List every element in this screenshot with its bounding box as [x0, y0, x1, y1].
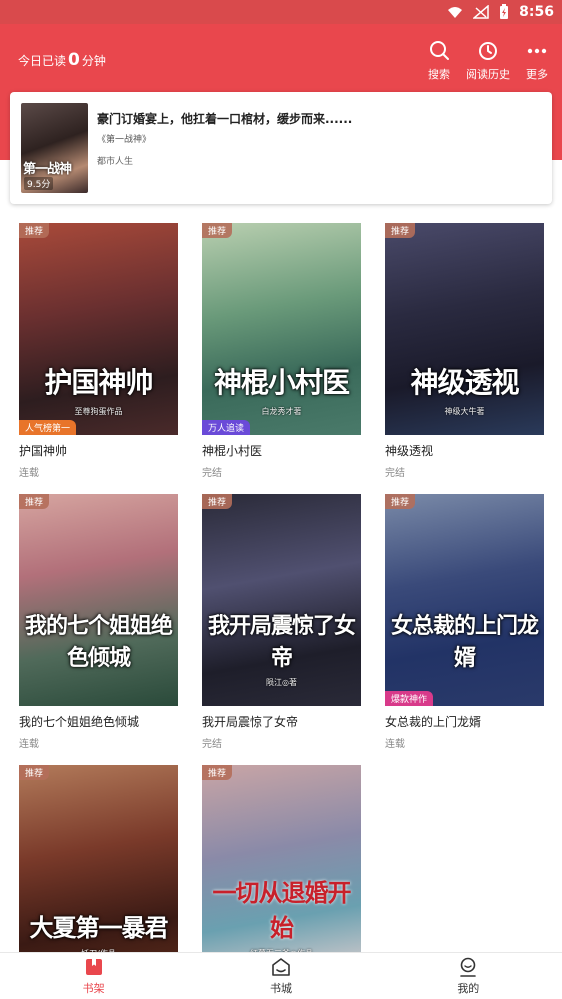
recommend-badge: 推荐 [202, 494, 233, 509]
battery-icon [500, 4, 509, 19]
book-grid: 推荐 护国神帅 至尊狗蛋作品 人气榜第一 护国神帅 连载 推荐 神棍小村医 白龙… [19, 223, 544, 999]
recent-book-excerpt: 豪门订婚宴上，他扛着一口棺材，缓步而来...... [97, 112, 353, 126]
recommend-badge: 推荐 [202, 765, 233, 780]
search-button[interactable]: 搜索 [428, 40, 450, 82]
recent-book-category: 都市人生 [97, 157, 134, 167]
nav-bookshelf[interactable]: 书架 [0, 953, 187, 999]
book-title: 我的七个姐姐绝色倾城 [19, 715, 140, 729]
book-cover: 推荐 我开局震惊了女帝 陨江◎著 [202, 494, 361, 706]
book-cover: 推荐 一切从退婚开始 红薯吞二爷◎作品 [202, 765, 361, 977]
history-button[interactable]: 阅读历史 [466, 40, 510, 82]
recent-cover-title: 第一战神 [23, 162, 72, 177]
history-label: 阅读历史 [466, 68, 510, 81]
cover-title: 神级透视 [410, 366, 519, 399]
book-title: 女总裁的上门龙婿 [385, 715, 482, 729]
book-card[interactable]: 推荐 我开局震惊了女帝 陨江◎著 我开局震惊了女帝 完结 [202, 494, 361, 765]
book-cover: 推荐 神级透视 神级大牛著 [385, 223, 544, 435]
status-time: 8:56 [519, 4, 554, 20]
book-title: 护国神帅 [19, 444, 68, 458]
recommend-badge: 推荐 [385, 223, 416, 238]
more-icon [527, 48, 547, 54]
wifi-icon [448, 7, 463, 18]
cover-title: 护国神帅 [44, 366, 153, 399]
book-status: 完结 [202, 739, 222, 750]
nav-profile[interactable]: 我的 [375, 953, 562, 999]
book-card[interactable]: 推荐 护国神帅 至尊狗蛋作品 人气榜第一 护国神帅 连载 [19, 223, 178, 494]
cover-author: 至尊狗蛋作品 [74, 407, 123, 416]
cover-author: 神级大牛著 [444, 407, 485, 416]
book-card[interactable]: 推荐 女总裁的上门龙婿 爆款神作 女总裁的上门龙婿 连载 [385, 494, 544, 765]
cover-author: 陨江◎著 [266, 678, 297, 687]
nav-bookshelf-label: 书架 [82, 982, 105, 995]
cover-title: 我的七个姐姐绝色倾城 [24, 613, 173, 671]
book-card[interactable]: 推荐 我的七个姐姐绝色倾城 我的七个姐姐绝色倾城 连载 [19, 494, 178, 765]
profile-icon [460, 957, 477, 977]
recommend-badge: 推荐 [202, 223, 233, 238]
rank-tag: 人气榜第一 [19, 420, 77, 435]
recommend-badge: 推荐 [385, 494, 416, 509]
signal-icon [473, 5, 489, 19]
bottom-nav: 书架 书城 我的 [0, 952, 562, 999]
recommend-badge: 推荐 [19, 223, 50, 238]
more-button[interactable]: 更多 [526, 40, 548, 82]
today-reading: 今日已读 0 分钟 [18, 50, 106, 70]
book-status: 连载 [385, 739, 405, 750]
book-status: 完结 [385, 468, 405, 479]
nav-bookstore-label: 书城 [269, 982, 292, 995]
cover-title: 我开局震惊了女帝 [207, 613, 356, 671]
recent-book-name: 《第一战神》 [97, 135, 152, 145]
recommend-badge: 推荐 [19, 494, 50, 509]
book-cover: 推荐 女总裁的上门龙婿 爆款神作 [385, 494, 544, 706]
cover-title: 神棍小村医 [213, 366, 350, 399]
cover-author: 白龙秀才著 [261, 407, 302, 416]
book-cover: 推荐 我的七个姐姐绝色倾城 [19, 494, 178, 706]
nav-profile-label: 我的 [457, 982, 480, 995]
book-title: 我开局震惊了女帝 [202, 715, 299, 729]
header-actions: 搜索 阅读历史 更多 [428, 40, 548, 82]
reading-prefix: 今日已读 [18, 54, 67, 68]
status-icons: 8:56 [447, 2, 554, 22]
status-bar: 8:56 [0, 0, 562, 24]
book-cover: 推荐 大夏第一暴君 妖刀/作品 [19, 765, 178, 977]
rank-tag: 爆款神作 [385, 691, 434, 706]
book-card[interactable]: 推荐 神级透视 神级大牛著 神级透视 完结 [385, 223, 544, 494]
bookstore-icon [272, 958, 290, 976]
reading-suffix: 分钟 [81, 54, 106, 68]
search-label: 搜索 [428, 68, 450, 81]
book-status: 完结 [202, 468, 222, 479]
bookshelf-icon [85, 959, 102, 975]
rank-tag: 万人追读 [202, 420, 251, 435]
recent-reading-card[interactable]: 第一战神 9.5分 豪门订婚宴上，他扛着一口棺材，缓步而来...... 《第一战… [10, 92, 552, 204]
book-title: 神棍小村医 [202, 444, 263, 458]
more-label: 更多 [526, 68, 548, 81]
book-card[interactable]: 推荐 神棍小村医 白龙秀才著 万人追读 神棍小村医 完结 [202, 223, 361, 494]
search-icon [430, 41, 449, 60]
cover-title: 女总裁的上门龙婿 [390, 613, 539, 671]
nav-bookstore[interactable]: 书城 [187, 953, 374, 999]
recommend-badge: 推荐 [19, 765, 50, 780]
book-status: 连载 [19, 739, 39, 750]
app-root: 8:56 今日已读 0 分钟 搜索 阅读历史 更多 第一战神 9.5分 豪门订婚… [0, 0, 562, 999]
history-icon [479, 42, 497, 60]
recent-book-cover: 第一战神 9.5分 [21, 103, 88, 193]
book-title: 神级透视 [385, 444, 434, 458]
recent-book-score: 9.5分 [24, 177, 54, 190]
cover-title: 大夏第一暴君 [29, 913, 169, 942]
book-cover: 推荐 神棍小村医 白龙秀才著 万人追读 [202, 223, 361, 435]
reading-minutes: 0 [68, 50, 80, 70]
book-status: 连载 [19, 468, 39, 479]
cover-title: 一切从退婚开始 [212, 878, 352, 942]
book-cover: 推荐 护国神帅 至尊狗蛋作品 人气榜第一 [19, 223, 178, 435]
